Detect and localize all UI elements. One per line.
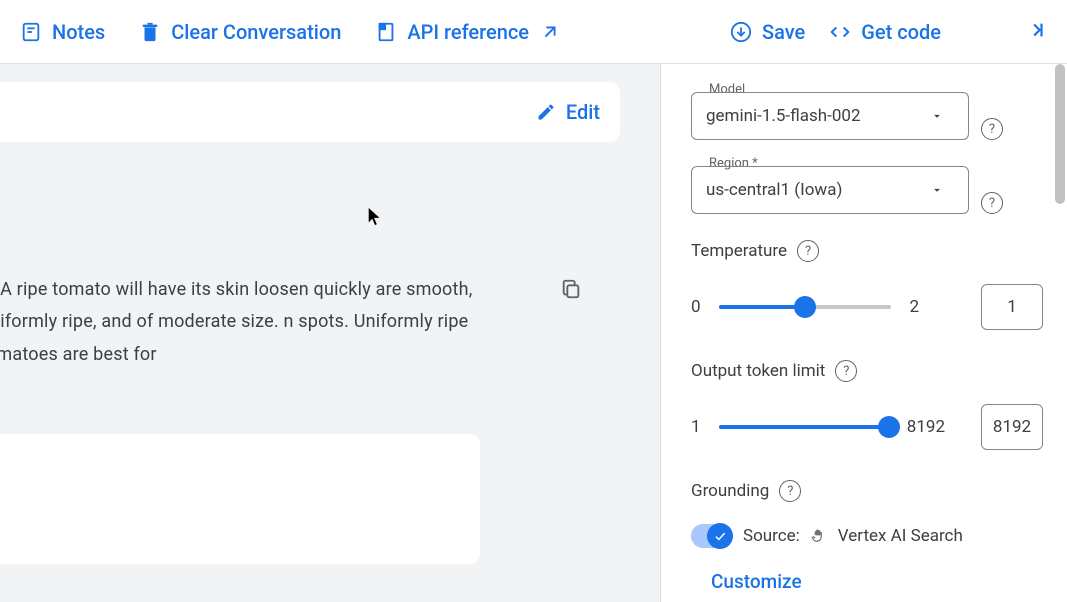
grounding-help-icon[interactable]: ? — [779, 480, 801, 502]
source-label: Source: — [743, 526, 800, 546]
get-code-button[interactable]: Get code — [829, 20, 941, 44]
output-limit-slider[interactable] — [719, 425, 889, 429]
main-panel: Edit o. A ripe tomato will have its skin… — [0, 64, 660, 602]
system-card: Edit — [0, 82, 620, 142]
output-limit-label-row: Output token limit ? — [691, 360, 1043, 382]
chevron-down-icon — [930, 109, 944, 123]
copy-button[interactable] — [560, 278, 582, 304]
response-text: o. A ripe tomato will have its skin loos… — [0, 274, 480, 371]
edit-button[interactable]: Edit — [536, 100, 600, 124]
clear-label: Clear Conversation — [171, 20, 341, 44]
notes-icon — [20, 21, 42, 43]
temperature-slider-fill — [719, 305, 805, 309]
trash-icon — [139, 21, 161, 43]
external-link-icon — [539, 21, 561, 43]
check-icon — [713, 529, 727, 543]
save-label: Save — [762, 20, 805, 44]
output-limit-slider-thumb[interactable] — [878, 416, 900, 438]
api-ref-label: API reference — [407, 20, 529, 44]
region-select[interactable]: us-central1 (Iowa) — [691, 166, 969, 214]
customize-label: Customize — [711, 570, 802, 593]
edit-label: Edit — [566, 100, 600, 124]
temperature-slider[interactable] — [719, 305, 892, 309]
save-button[interactable]: Save — [730, 20, 805, 44]
settings-panel: Model gemini-1.5-flash-002 ? Region * us… — [660, 64, 1067, 602]
grounding-label: Grounding — [691, 481, 769, 501]
region-value: us-central1 (Iowa) — [706, 180, 842, 200]
get-code-label: Get code — [861, 20, 941, 44]
temperature-value: 1 — [1007, 297, 1017, 317]
toolbar-left: Notes Clear Conversation API reference — [20, 20, 660, 44]
response-card: o. A ripe tomato will have its skin loos… — [0, 264, 620, 381]
output-limit-label: Output token limit — [691, 361, 825, 381]
temperature-min: 0 — [691, 297, 701, 317]
code-icon — [829, 21, 851, 43]
pencil-icon — [536, 102, 556, 122]
region-help-icon[interactable]: ? — [981, 192, 1003, 214]
output-limit-slider-fill — [719, 425, 889, 429]
temperature-help-icon[interactable]: ? — [797, 240, 819, 262]
source-value: Vertex AI Search — [838, 526, 963, 546]
notes-button[interactable]: Notes — [20, 20, 105, 44]
scrollbar-thumb[interactable] — [1055, 64, 1065, 204]
temperature-max: 2 — [909, 297, 919, 317]
grounding-toggle-row: Source: Vertex AI Search — [691, 524, 1043, 548]
mouse-cursor-icon — [368, 208, 382, 226]
toolbar-right: Save Get code — [730, 19, 1047, 45]
output-limit-max: 8192 — [907, 417, 945, 437]
body-area: Edit o. A ripe tomato will have its skin… — [0, 64, 1067, 602]
grounding-toggle[interactable] — [691, 524, 733, 548]
notes-label: Notes — [52, 20, 105, 44]
copy-icon — [560, 278, 582, 300]
model-field: Model gemini-1.5-flash-002 — [691, 92, 969, 140]
region-field: Region * us-central1 (Iowa) — [691, 166, 969, 214]
toggle-knob — [707, 523, 733, 549]
region-field-row: Region * us-central1 (Iowa) ? — [691, 166, 1043, 240]
customize-button[interactable]: Customize — [711, 570, 1043, 593]
output-limit-min: 1 — [691, 417, 701, 437]
output-limit-value: 8192 — [993, 417, 1031, 437]
model-field-row: Model gemini-1.5-flash-002 ? — [691, 92, 1043, 166]
model-help-icon[interactable]: ? — [981, 118, 1003, 140]
temperature-input[interactable]: 1 — [981, 284, 1043, 330]
temperature-label-row: Temperature ? — [691, 240, 1043, 262]
top-toolbar: Notes Clear Conversation API reference S… — [0, 0, 1067, 64]
cursor-grab-icon — [810, 527, 828, 545]
collapse-icon — [1025, 19, 1047, 41]
collapse-panel-button[interactable] — [1025, 19, 1047, 45]
grounding-label-row: Grounding ? — [691, 480, 1043, 502]
chevron-down-icon — [930, 183, 944, 197]
model-value: gemini-1.5-flash-002 — [706, 106, 861, 126]
save-icon — [730, 21, 752, 43]
temperature-label: Temperature — [691, 241, 787, 261]
model-select[interactable]: gemini-1.5-flash-002 — [691, 92, 969, 140]
api-reference-button[interactable]: API reference — [375, 20, 561, 44]
temperature-slider-row: 0 2 1 — [691, 284, 1043, 330]
output-limit-help-icon[interactable]: ? — [835, 360, 857, 382]
clear-conversation-button[interactable]: Clear Conversation — [139, 20, 341, 44]
document-icon — [375, 21, 397, 43]
output-limit-input[interactable]: 8192 — [981, 404, 1043, 450]
output-limit-slider-row: 1 8192 8192 — [691, 404, 1043, 450]
temperature-slider-thumb[interactable] — [794, 296, 816, 318]
input-card[interactable] — [0, 434, 480, 564]
